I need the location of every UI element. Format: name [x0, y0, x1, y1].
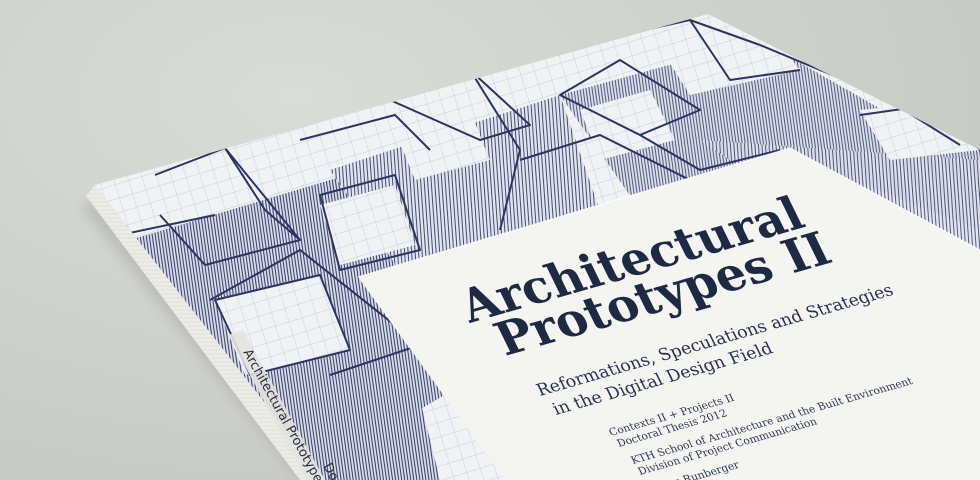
photo-scene: Architectural Prototypes II Do Architect…	[0, 0, 980, 480]
book-photo: Architectural Prototypes II Do Architect…	[80, 14, 980, 480]
